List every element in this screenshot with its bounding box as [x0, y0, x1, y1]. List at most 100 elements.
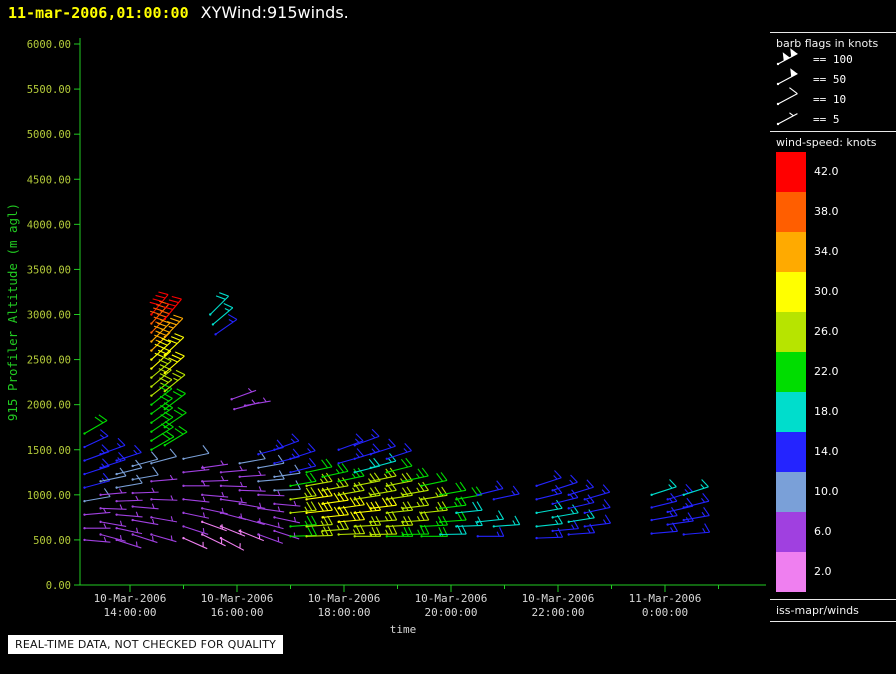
- speed-scale-label: 38.0: [814, 205, 839, 218]
- divider: [770, 131, 896, 132]
- wind-barb: [150, 357, 171, 379]
- wind-barb: [777, 112, 798, 124]
- wind-barb: [354, 444, 380, 460]
- y-tick-label: 2500.00: [27, 355, 71, 367]
- wind-barb: [150, 533, 176, 541]
- wind-barb: [683, 493, 709, 508]
- wind-barbs-layer: [83, 292, 709, 550]
- wind-barb: [244, 398, 271, 407]
- wind-barb: [99, 521, 126, 527]
- barb-flags-legend-title: barb flags in knots: [776, 37, 878, 50]
- y-tick-label: 4000.00: [27, 219, 71, 231]
- speed-color-swatch: [776, 552, 806, 592]
- barb-flag-glyph: [774, 51, 808, 68]
- speed-color-swatch: [776, 392, 806, 432]
- wind-barb: [201, 476, 228, 482]
- wind-barb: [650, 493, 676, 508]
- wind-barb: [493, 486, 520, 501]
- wind-barb: [182, 445, 209, 460]
- wind-barb: [150, 375, 172, 397]
- wind-barb: [214, 314, 236, 335]
- x-tick-date: 10-Mar-2006: [201, 592, 274, 605]
- wind-barb: [115, 460, 141, 475]
- wind-barb: [99, 533, 125, 541]
- wind-barb: [83, 524, 110, 530]
- wind-barb: [420, 472, 447, 487]
- barb-flag-label: == 50: [813, 73, 846, 86]
- wind-barb: [477, 481, 503, 496]
- speed-scale-label: 22.0: [814, 365, 839, 378]
- wind-barb: [238, 503, 265, 509]
- wind-barb: [83, 473, 109, 489]
- credit-text: iss-mapr/winds: [776, 604, 859, 617]
- wind-barb: [683, 524, 710, 536]
- y-tick-label: 1500.00: [27, 445, 71, 457]
- speed-color-swatch: [776, 232, 806, 272]
- wind-barb: [131, 519, 158, 525]
- x-tick-date: 10-Mar-2006: [308, 592, 381, 605]
- speed-color-swatch: [776, 312, 806, 352]
- wind-barb: [220, 482, 247, 487]
- y-tick-label: 3500.00: [27, 264, 71, 276]
- wind-profile-plot: 6000.005500.005000.004500.004000.003500.…: [0, 0, 770, 674]
- divider: [770, 32, 896, 33]
- wind-barb: [220, 525, 245, 536]
- wind-barb: [182, 537, 207, 549]
- wind-barb: [220, 466, 247, 473]
- wind-barb: [777, 68, 798, 85]
- x-tick-time: 22:00:00: [532, 606, 585, 619]
- x-axis-label: time: [390, 623, 417, 636]
- wind-barb: [220, 498, 247, 503]
- y-axis-label: 915 Profiler Altitude (m agl): [5, 203, 20, 421]
- wind-barb: [535, 515, 562, 527]
- wind-barb: [150, 431, 174, 451]
- wind-barb: [150, 516, 177, 522]
- x-tick-date: 10-Mar-2006: [522, 592, 595, 605]
- wind-barb: [402, 482, 429, 496]
- wind-barb: [115, 496, 142, 502]
- speed-scale-label: 18.0: [814, 405, 839, 418]
- quality-warning: REAL-TIME DATA, NOT CHECKED FOR QUALITY: [8, 635, 283, 654]
- wind-barb: [650, 523, 677, 535]
- wind-barb: [337, 434, 363, 451]
- wind-barb: [273, 481, 300, 492]
- y-tick-label: 3000.00: [27, 310, 71, 322]
- y-tick-label: 500.00: [33, 535, 71, 547]
- wind-barb: [477, 511, 504, 523]
- y-tick-label: 0.00: [46, 580, 71, 592]
- wind-barb: [257, 533, 283, 543]
- wind-barb: [150, 449, 176, 465]
- barb-flag-label: == 5: [813, 113, 840, 126]
- x-tick-time: 16:00:00: [211, 606, 264, 619]
- wind-barb: [402, 468, 429, 483]
- barb-flag-glyph: [774, 71, 808, 88]
- wind-barb: [257, 491, 284, 496]
- barb-flag-glyph: [774, 111, 808, 128]
- wind-barb: [99, 505, 126, 510]
- barb-flag-legend-item: == 5: [774, 110, 840, 128]
- wind-barb: [131, 488, 158, 494]
- wind-barb: [238, 516, 264, 524]
- x-tick-date: 11-Mar-2006: [629, 592, 702, 605]
- wind-barb: [683, 479, 709, 496]
- x-tick-time: 14:00:00: [104, 606, 157, 619]
- wind-barb: [289, 443, 315, 460]
- wind-barb: [370, 511, 397, 523]
- wind-barb: [83, 537, 110, 542]
- wind-barb: [273, 530, 299, 539]
- wind-barb: [115, 539, 141, 548]
- y-tick-label: 6000.00: [27, 39, 71, 51]
- wind-barb: [230, 388, 256, 400]
- wind-barb: [238, 486, 265, 491]
- y-tick-label: 4500.00: [27, 174, 71, 186]
- wind-barb: [182, 525, 208, 534]
- wind-barb: [321, 520, 348, 532]
- wind-barb: [201, 507, 228, 514]
- wind-barb: [201, 461, 228, 469]
- speed-color-swatch: [776, 152, 806, 192]
- wind-barb: [584, 515, 611, 528]
- wind-barb: [99, 489, 126, 496]
- speed-color-swatch: [776, 352, 806, 392]
- wind-barb: [115, 527, 142, 534]
- app-window: 11-mar-2006,01:00:00XYWind:915winds. 600…: [0, 0, 896, 674]
